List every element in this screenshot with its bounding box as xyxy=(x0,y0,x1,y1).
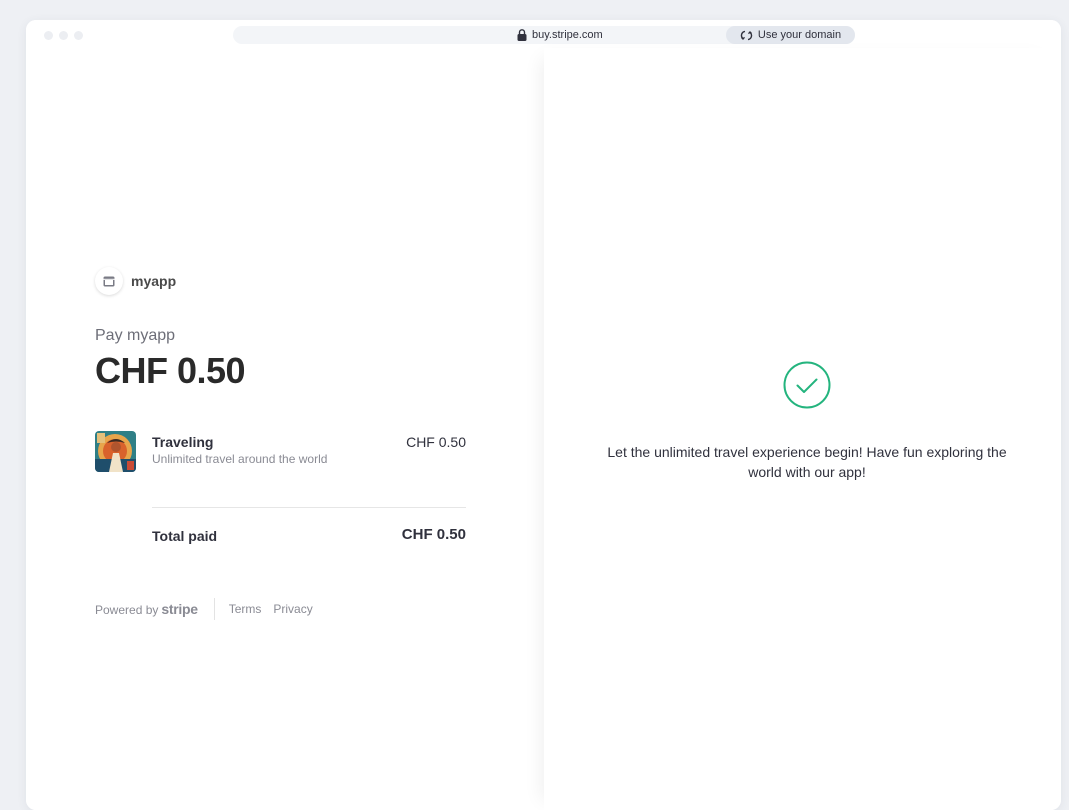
footer-divider xyxy=(213,598,215,620)
footer: Powered by stripe Terms Privacy xyxy=(95,598,325,620)
window-dot[interactable] xyxy=(44,31,53,40)
line-item: Traveling Unlimited travel around the wo… xyxy=(95,431,466,472)
powered-by-label: Powered by xyxy=(95,603,159,617)
merchant-header[interactable]: myapp xyxy=(95,267,176,295)
sync-icon xyxy=(740,29,753,42)
product-image xyxy=(95,431,136,472)
url-text: buy.stripe.com xyxy=(532,29,603,41)
privacy-link[interactable]: Privacy xyxy=(273,602,312,616)
pay-label: Pay myapp xyxy=(95,327,176,344)
lock-icon xyxy=(517,29,527,41)
merchant-name: myapp xyxy=(131,273,177,289)
store-icon xyxy=(95,267,123,295)
total-amount: CHF 0.50 xyxy=(95,350,246,391)
confirmation-message: Let the unlimited travel experience begi… xyxy=(607,444,1007,480)
stripe-logo: stripe xyxy=(161,601,198,617)
summary-divider xyxy=(152,507,466,508)
powered-by-stripe-link[interactable]: Powered by stripe xyxy=(95,601,198,617)
terms-link[interactable]: Terms xyxy=(229,602,262,616)
address-bar[interactable]: buy.stripe.com Use your domain xyxy=(233,26,855,44)
window-dot[interactable] xyxy=(74,31,83,40)
order-summary-pane: myapp Pay myapp CHF 0.50 Traveling Unlim… xyxy=(26,48,544,810)
total-value: CHF 0.50 xyxy=(401,526,466,543)
window-controls xyxy=(44,31,83,40)
checkmark-circle-icon xyxy=(783,361,831,414)
url-display: buy.stripe.com xyxy=(517,27,603,43)
use-your-domain-button[interactable]: Use your domain xyxy=(726,26,855,44)
window-dot[interactable] xyxy=(59,31,68,40)
item-price: CHF 0.50 xyxy=(406,434,466,450)
item-name: Traveling xyxy=(152,434,214,450)
item-description: Unlimited travel around the world xyxy=(152,452,328,466)
confirmation-pane: Let the unlimited travel experience begi… xyxy=(544,48,1061,810)
browser-chrome: buy.stripe.com Use your domain xyxy=(26,20,1061,48)
browser-window: buy.stripe.com Use your domain myapp Pay… xyxy=(26,20,1061,810)
use-your-domain-label: Use your domain xyxy=(757,29,842,41)
